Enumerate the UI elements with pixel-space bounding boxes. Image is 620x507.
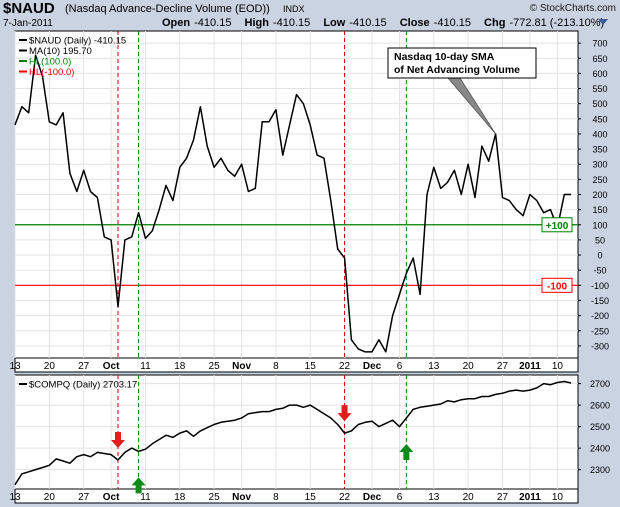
y-tick-label: 100: [592, 220, 607, 230]
y-tick-label: 500: [592, 99, 607, 109]
y-tick-label: 2700: [590, 379, 610, 389]
legend-entry-4: HL(-100.0): [29, 67, 74, 78]
x-tick-label: 22: [339, 361, 351, 372]
legend-entry-1: $NAUD (Daily) -410.15: [29, 36, 126, 47]
annotation-text-line-2: of Net Advancing Volume: [394, 64, 520, 76]
y-tick-label: 450: [592, 114, 607, 124]
x-tick-label: Dec: [363, 492, 382, 503]
y-tick-label: 650: [592, 54, 607, 64]
x-tick-label: 20: [44, 492, 56, 503]
x-tick-label: Dec: [363, 361, 382, 372]
x-tick-label: 8: [273, 361, 279, 372]
x-tick-label: 13: [428, 492, 440, 503]
x-tick-label: 15: [305, 492, 317, 503]
legend-swatch: [19, 49, 27, 52]
y-tick-label: -100: [591, 281, 609, 291]
x-tick-label: 27: [78, 492, 90, 503]
legend-swatch: [19, 70, 27, 73]
y-tick-label: 300: [592, 160, 607, 170]
x-tick-label: Oct: [103, 361, 120, 372]
x-tick-label: 13: [428, 361, 440, 372]
x-tick-label: 10: [552, 361, 564, 372]
x-tick-label: 20: [44, 361, 56, 372]
y-tick-label: -200: [591, 311, 609, 321]
y-tick-label: -150: [591, 296, 609, 306]
y-tick-label: -50: [593, 266, 606, 276]
y-tick-label: 0: [597, 251, 602, 261]
legend-swatch: [19, 60, 27, 62]
x-tick-label: 27: [497, 361, 509, 372]
x-tick-label: 13: [9, 492, 21, 503]
annotation-text-line-1: Nasdaq 10-day SMA: [394, 51, 495, 63]
x-tick-label: 8: [273, 492, 279, 503]
x-tick-label: 20: [463, 492, 475, 503]
x-tick-label: 25: [209, 492, 221, 503]
chart-panel-1: 7006506005505004504003503002502001501005…: [9, 30, 609, 373]
y-tick-label: 600: [592, 69, 607, 79]
x-tick-label: 6: [397, 492, 403, 503]
x-axis-band: [14, 357, 579, 373]
legend-entry-1: $COMPQ (Daily) 2703.17: [29, 380, 137, 391]
y-tick-label: 150: [592, 205, 607, 215]
y-tick-label: 2300: [590, 465, 610, 475]
hline-tag-1: +100: [546, 221, 569, 232]
y-tick-label: 250: [592, 175, 607, 185]
y-tick-label: 550: [592, 84, 607, 94]
x-tick-label: 11: [140, 361, 151, 372]
x-tick-label: Nov: [232, 492, 251, 503]
legend-entry-3: HL(100.0): [29, 57, 71, 68]
y-tick-label: 700: [592, 39, 607, 49]
y-tick-label: 200: [592, 190, 607, 200]
chart-panel-2: 2700 2600 2500 2400 2300 13 20 27 Oct 11 18 25 Nov 8 1…: [9, 374, 610, 504]
y-tick-label: 2500: [590, 422, 610, 432]
x-tick-label: Oct: [103, 492, 120, 503]
legend-swatch: [19, 39, 27, 41]
x-tick-label: 22: [339, 492, 351, 503]
x-tick-label: 27: [497, 492, 509, 503]
x-tick-label: 27: [78, 361, 90, 372]
y-tick-label: 350: [592, 145, 607, 155]
x-tick-label: 2011: [519, 492, 541, 503]
x-tick-label: 6: [397, 361, 403, 372]
x-tick-label: 13: [9, 361, 21, 372]
x-tick-label: 18: [174, 492, 186, 503]
legend-entry-2: MA(10) 195.70: [29, 46, 92, 57]
x-tick-label: 2011: [519, 361, 541, 372]
y-tick-label: 2600: [590, 401, 610, 411]
y-tick-label: 2400: [590, 444, 610, 454]
x-axis-band: [14, 488, 579, 504]
chart-canvas: 7006506005505004504003503002502001501005…: [9, 30, 610, 504]
x-tick-label: 20: [463, 361, 475, 372]
y-tick-label: 400: [592, 129, 607, 139]
plot-area: [14, 374, 579, 490]
chart-window: $NAUD (Nasdaq Advance-Decline Volume (EO…: [0, 0, 620, 507]
y-tick-label: 50: [595, 235, 605, 245]
legend-swatch: [19, 383, 27, 385]
x-tick-label: 25: [209, 361, 221, 372]
x-tick-label: 15: [305, 361, 317, 372]
x-tick-label: 18: [174, 361, 186, 372]
y-tick-label: -300: [591, 341, 609, 351]
y-tick-label: -250: [591, 326, 609, 336]
x-tick-label: 10: [552, 492, 564, 503]
x-tick-label: Nov: [232, 361, 251, 372]
x-tick-label: 11: [140, 492, 151, 503]
hline-tag-2: -100: [547, 281, 567, 292]
